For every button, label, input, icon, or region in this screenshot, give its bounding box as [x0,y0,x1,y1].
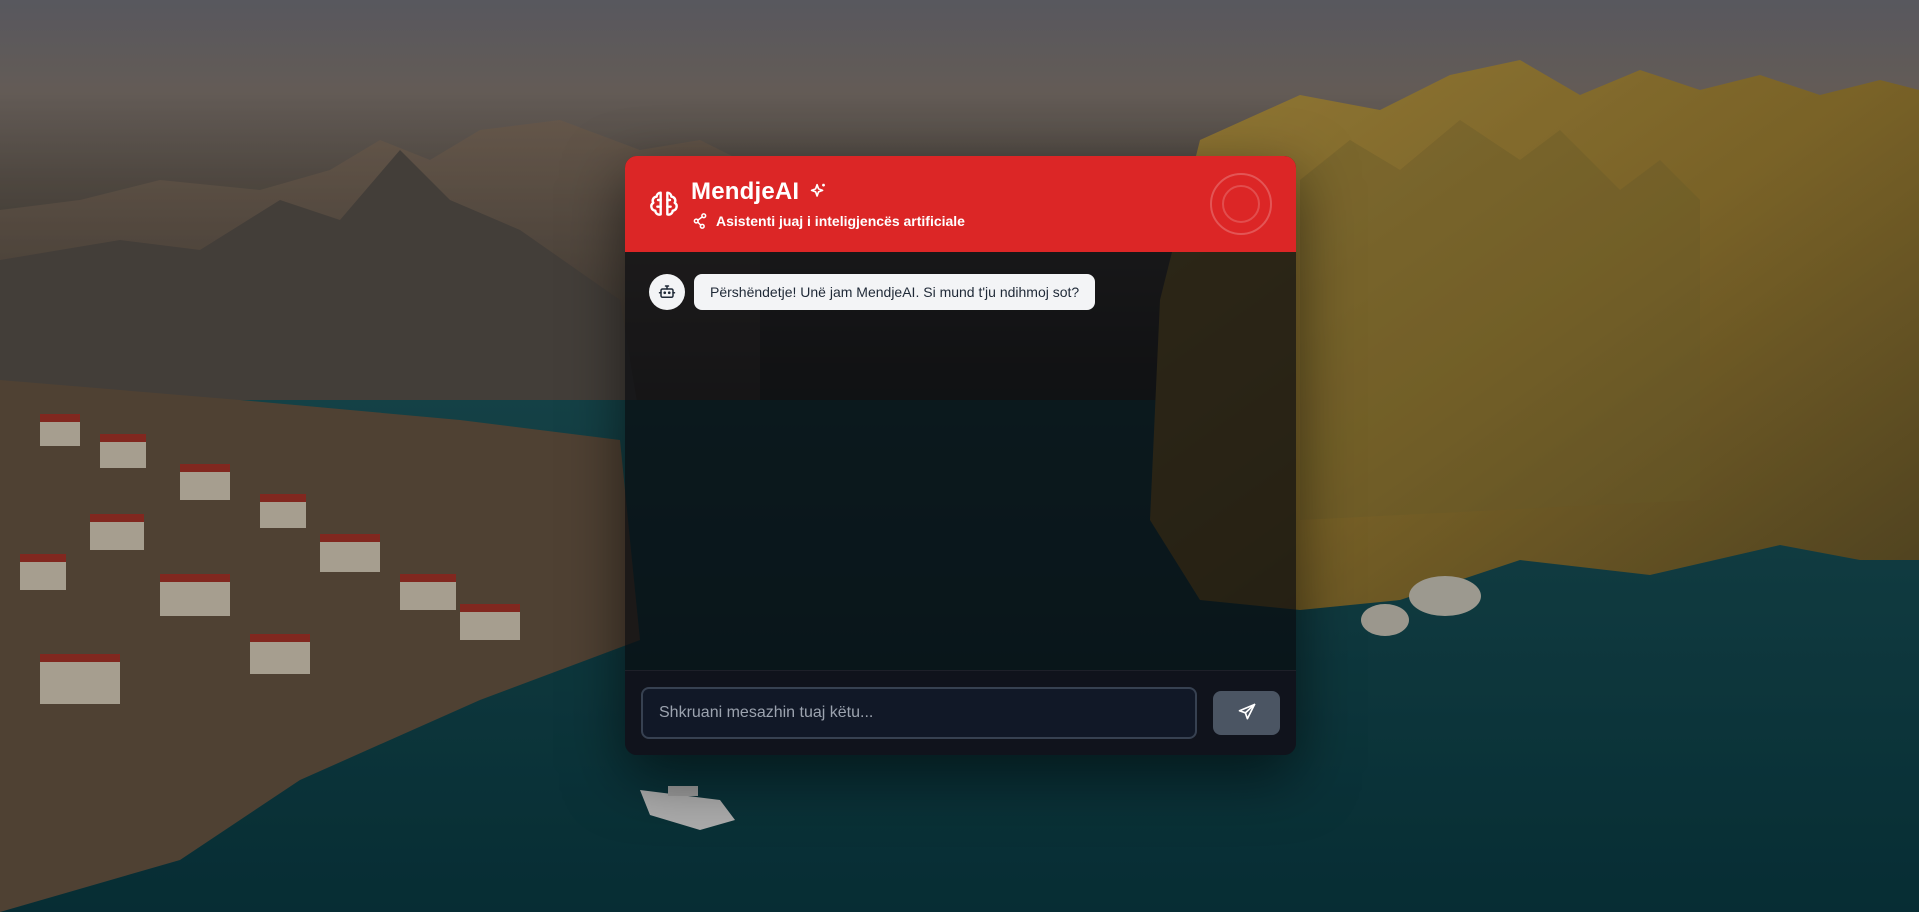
message-list[interactable]: Përshëndetje! Unë jam MendjeAI. Si mund … [625,252,1296,670]
app-subtitle: Asistenti juaj i inteligjencës artificia… [716,213,965,229]
message-bubble: Përshëndetje! Unë jam MendjeAI. Si mund … [694,274,1096,310]
decorative-ring-icon [1210,173,1272,235]
chat-header: MendjeAI Asistenti juaj i inteligjencës … [625,156,1296,252]
brain-icon [647,187,681,221]
title-row: MendjeAI [691,178,965,206]
subtitle-row: Asistenti juaj i inteligjencës artificia… [691,212,965,230]
network-icon [691,212,709,230]
message-input-wrapper [641,687,1197,739]
composer [625,670,1296,755]
header-text: MendjeAI Asistenti juaj i inteligjencës … [691,178,965,230]
bot-message: Përshëndetje! Unë jam MendjeAI. Si mund … [649,274,1272,310]
message-input[interactable] [641,687,1197,739]
send-button[interactable] [1213,691,1280,735]
robot-icon [649,274,685,310]
chat-window: MendjeAI Asistenti juaj i inteligjencës … [625,156,1296,755]
app-title: MendjeAI [691,178,800,205]
sparkle-icon [807,181,829,203]
send-icon [1237,702,1257,725]
